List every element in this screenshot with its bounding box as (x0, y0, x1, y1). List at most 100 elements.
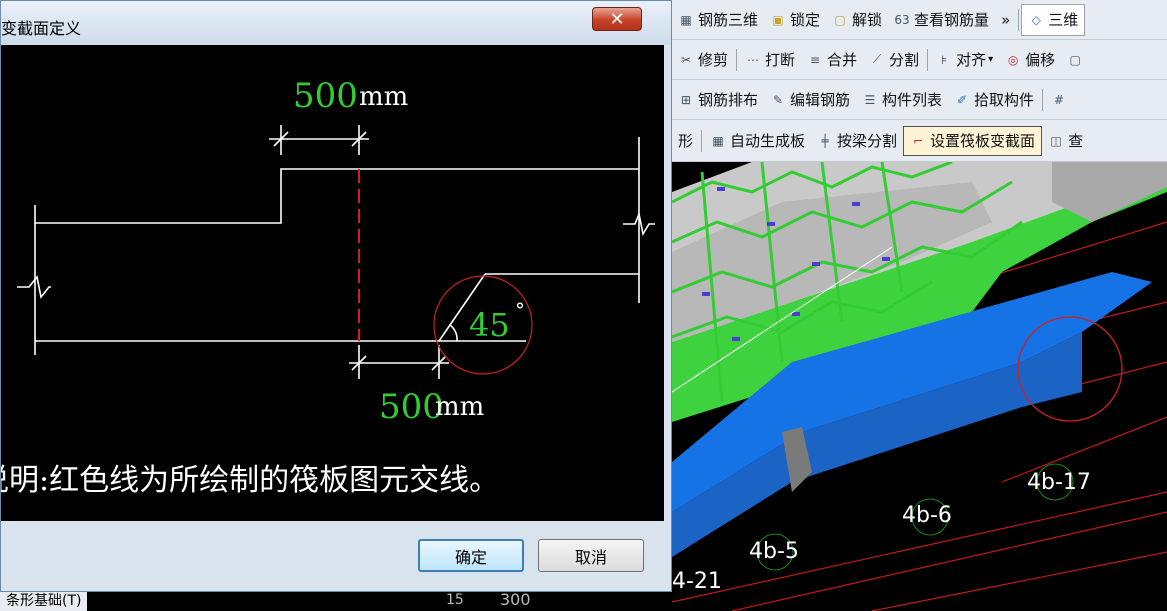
close-button[interactable]: ✕ (592, 7, 642, 31)
viewport-label: 4b-5 (749, 539, 799, 564)
next-tool-icon: ◫ (1050, 133, 1062, 148)
rebar-3d-label: 钢筋三维 (698, 11, 759, 29)
set-raft-section-label: 设置筏板变截面 (930, 132, 1036, 150)
split-by-beam-button[interactable]: ╪ 按梁分割 (811, 120, 903, 161)
rebar-layout-button[interactable]: ⊞ 钢筋排布 (672, 80, 764, 119)
status-tab-strip-foundation[interactable]: 条形基础(T) (0, 592, 88, 611)
toolbar4-prefix: 形 (678, 132, 694, 150)
view-rebar-qty-label: 查看钢筋量 (914, 11, 990, 29)
trim-icon: ✂ (680, 52, 692, 67)
component-list-icon: ☰ (864, 92, 876, 107)
view-rebar-qty-icon: 63 (894, 12, 910, 27)
ok-button[interactable]: 确定 (418, 539, 524, 572)
separator (701, 129, 703, 152)
offset-icon: ◎ (1007, 52, 1019, 67)
top-dim-value: 500 (293, 76, 358, 116)
3d-viewport[interactable]: 4b-17 4b-6 4b-5 4-21 (672, 162, 1167, 611)
toolbar-row-2: ✂ 修剪 ⋯ 打断 ≡ 合并 ⟋ 分割 ⊧ 对齐 ▾ ◎ 偏移 ▢ (672, 40, 1167, 80)
align-icon: ⊧ (940, 52, 948, 67)
toolbar-row-4: 形 ▦ 自动生成板 ╪ 按梁分割 ⌐ 设置筏板变截面 ◫ 查 (672, 120, 1167, 162)
set-raft-section-button[interactable]: ⌐ 设置筏板变截面 (903, 125, 1043, 156)
box-icon: ▢ (1069, 52, 1081, 67)
toolbar-row-1: ▦ 钢筋三维 ▣ 锁定 ▢ 解锁 63 查看钢筋量 » ◇ 三维 (672, 0, 1167, 40)
separator (927, 48, 929, 71)
toolbar-row-3: ⊞ 钢筋排布 ✎ 编辑钢筋 ☰ 构件列表 ✐ 拾取构件 # (672, 80, 1167, 120)
tab-3d-label: 三维 (1048, 11, 1079, 29)
merge-icon: ≡ (810, 52, 821, 67)
section-diagram: 500 mm 500 mm 45 ° 说明:红色线为所绘制的筏板图元交线。 (0, 45, 664, 521)
pick-component-label: 拾取构件 (974, 91, 1035, 109)
next-tool-button[interactable]: ◫ 查 (1042, 120, 1089, 161)
angle-unit: ° (515, 298, 525, 322)
align-button[interactable]: ⊧ 对齐 ▾ (930, 40, 999, 79)
split-button[interactable]: ⟋ 分割 (863, 40, 925, 79)
break-button[interactable]: ⋯ 打断 (739, 40, 801, 79)
rebar-3d-icon: ▦ (680, 12, 692, 27)
cancel-label: 取消 (574, 547, 607, 567)
more-button[interactable]: ▢ (1061, 40, 1093, 79)
align-dropdown-icon[interactable]: ▾ (988, 54, 993, 65)
set-raft-section-icon: ⌐ (913, 133, 924, 148)
break-label: 打断 (765, 51, 796, 69)
pick-component-button[interactable]: ✐ 拾取构件 (948, 80, 1040, 119)
section-definition-dialog: 变截面定义 ✕ 500 mm 500 mm 45 ° 说明:红色线为所绘制的筏板… (0, 0, 672, 592)
split-by-beam-label: 按梁分割 (837, 132, 898, 150)
coord-text: 300 (500, 590, 531, 609)
rebar-3d-button[interactable]: ▦ 钢筋三维 (672, 0, 764, 39)
lock-button[interactable]: ▣ 锁定 (764, 0, 826, 39)
component-list-button[interactable]: ☰ 构件列表 (856, 80, 948, 119)
offset-button[interactable]: ◎ 偏移 (999, 40, 1061, 79)
section-outline (17, 125, 655, 379)
split-label: 分割 (889, 51, 920, 69)
tab-3d[interactable]: ◇ 三维 (1021, 3, 1086, 36)
grid-icon: # (1054, 92, 1065, 107)
pick-component-icon: ✐ (957, 92, 968, 107)
bottom-strip: 15 300 (0, 590, 672, 611)
auto-gen-slab-button[interactable]: ▦ 自动生成板 (704, 120, 811, 161)
edit-rebar-icon: ✎ (772, 92, 784, 107)
bottom-dim-unit: mm (435, 392, 484, 422)
merge-button[interactable]: ≡ 合并 (801, 40, 863, 79)
auto-gen-slab-label: 自动生成板 (730, 132, 806, 150)
coord-text: 15 (446, 592, 464, 608)
edit-rebar-button[interactable]: ✎ 编辑钢筋 (764, 80, 856, 119)
merge-label: 合并 (827, 51, 858, 69)
separator (1018, 8, 1020, 31)
angle-value: 45 (469, 306, 510, 344)
view-rebar-qty-button[interactable]: 63 查看钢筋量 (888, 0, 995, 39)
lock-label: 锁定 (790, 11, 821, 29)
break-icon: ⋯ (747, 52, 760, 67)
lock-icon: ▣ (772, 12, 784, 27)
grid-button[interactable]: # (1045, 80, 1077, 119)
rebar-layout-icon: ⊞ (680, 92, 692, 107)
dialog-note: 说明:红色线为所绘制的筏板图元交线。 (1, 463, 499, 498)
next-tool-label: 查 (1068, 132, 1084, 150)
unlock-button[interactable]: ▢ 解锁 (826, 0, 888, 39)
separator (736, 48, 738, 71)
top-dim-unit: mm (359, 82, 408, 112)
offset-label: 偏移 (1025, 51, 1056, 69)
viewport-label: 4b-6 (902, 503, 952, 528)
cancel-button[interactable]: 取消 (538, 539, 644, 572)
rebar-layout-label: 钢筋排布 (698, 91, 759, 109)
close-icon: ✕ (609, 8, 625, 30)
align-label: 对齐 (956, 51, 987, 69)
viewport-label: 4-21 (672, 569, 722, 594)
unlock-icon: ▢ (834, 12, 846, 27)
3d-scene: 4b-17 4b-6 4b-5 4-21 (672, 162, 1167, 611)
dialog-title: 变截面定义 (1, 19, 82, 38)
unlock-label: 解锁 (852, 11, 883, 29)
toolbar-overflow-button[interactable]: » (995, 0, 1016, 39)
separator (1042, 88, 1044, 111)
cube-icon: ◇ (1031, 12, 1041, 27)
status-tab-label: 条形基础(T) (6, 593, 82, 609)
split-by-beam-icon: ╪ (821, 133, 829, 148)
auto-gen-slab-icon: ▦ (712, 133, 724, 148)
component-list-label: 构件列表 (882, 91, 943, 109)
dialog-titlebar[interactable]: 变截面定义 ✕ (1, 1, 671, 45)
viewport-label: 4b-17 (1027, 470, 1091, 495)
ok-label: 确定 (454, 547, 487, 567)
edit-rebar-label: 编辑钢筋 (790, 91, 851, 109)
trim-label: 修剪 (698, 51, 729, 69)
trim-button[interactable]: ✂ 修剪 (672, 40, 734, 79)
